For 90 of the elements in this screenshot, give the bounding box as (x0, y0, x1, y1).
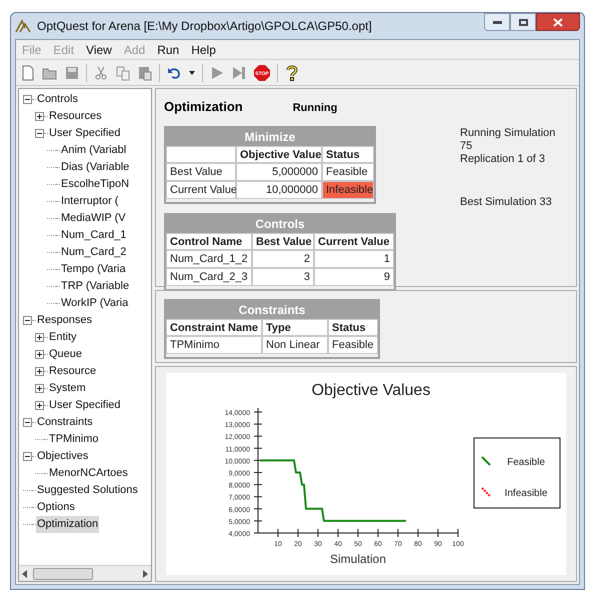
table-title: Controls (166, 214, 394, 232)
collapse-icon[interactable] (35, 129, 44, 138)
window-title: OptQuest for Arena [E:\My Dropbox\Artigo\GPOLCA\GP50.opt] (37, 18, 373, 35)
close-button[interactable] (536, 13, 580, 31)
tree-item[interactable]: Num_Card_2 (60, 244, 128, 261)
status-text: Replication 1 of 3 (460, 153, 546, 166)
tree-item[interactable]: Num_Card_1 (60, 227, 128, 244)
menu-item[interactable]: Help (191, 40, 216, 58)
tree-item[interactable]: Suggested Solutions (36, 482, 139, 499)
column-header: Constraint Name (166, 319, 262, 336)
app-logo-icon (15, 19, 31, 33)
legend-label: Infeasible (504, 488, 548, 499)
column-header: Status (322, 146, 374, 162)
tree-item[interactable]: Constraints (36, 414, 94, 431)
table-cell: 10,000000 (236, 180, 322, 198)
tree-item[interactable]: Queue (48, 346, 84, 363)
close-icon (553, 18, 563, 26)
expand-icon[interactable] (35, 384, 44, 393)
table-cell: 9 (314, 268, 394, 286)
tree-item[interactable]: WorkIP (Varia (60, 295, 130, 312)
table-cell: TPMinimo (166, 336, 262, 354)
tree-item[interactable]: Dias (Variable (60, 159, 130, 176)
scissors-icon[interactable] (93, 64, 109, 80)
help-icon[interactable] (284, 64, 300, 80)
minimize-button[interactable] (484, 13, 510, 31)
expand-icon[interactable] (35, 112, 44, 121)
tree-item[interactable]: Responses (36, 312, 94, 329)
table-cell: Feasible (328, 336, 378, 354)
column-header: Type (262, 319, 328, 336)
menu-item[interactable]: View (86, 40, 112, 58)
expand-icon[interactable] (35, 401, 44, 410)
table-cell: Num_Card_1_2 (166, 250, 252, 268)
section-title: Optimization (164, 98, 243, 116)
tree-item[interactable]: Options (36, 499, 76, 516)
table-cell: Infeasible (322, 180, 374, 198)
legend-label: Feasible (507, 457, 545, 468)
table-cell: Non Linear (262, 336, 328, 354)
table-cell: 2 (252, 250, 314, 268)
right-arrow-icon[interactable] (143, 570, 148, 578)
best-simulation: Best Simulation 33 (460, 196, 553, 209)
table-cell: 5,000000 (236, 162, 322, 180)
expand-icon[interactable] (35, 333, 44, 342)
tree-item[interactable]: Interruptor ( (60, 193, 120, 210)
tree-item[interactable]: Resource (48, 363, 98, 380)
left-arrow-icon[interactable] (22, 570, 27, 578)
new-file-icon[interactable] (20, 64, 36, 80)
menu-item[interactable]: Run (157, 40, 180, 58)
paste-icon[interactable] (137, 64, 153, 80)
collapse-icon[interactable] (23, 418, 32, 427)
tree-item[interactable]: TRP (Variable (60, 278, 130, 295)
horizontal-scrollbar[interactable] (19, 565, 151, 581)
tree-item[interactable]: Entity (48, 329, 78, 346)
column-header (166, 146, 236, 162)
tree-item[interactable]: System (48, 380, 87, 397)
status-text: 75 (460, 140, 474, 153)
table-cell: 3 (252, 268, 314, 286)
tree-item[interactable]: TPMinimo (48, 431, 100, 448)
table-cell: Feasible (322, 162, 374, 180)
tree-item[interactable]: User Specified (48, 397, 122, 414)
expand-icon[interactable] (35, 350, 44, 359)
tree-item[interactable]: MenorNCArtoes (48, 465, 129, 482)
tree-item[interactable]: EscolheTipoN (60, 176, 130, 193)
tree-item[interactable]: Anim (Variabl (60, 142, 128, 159)
tree-item[interactable]: Objectives (36, 448, 90, 465)
table-cell: Best Value (166, 162, 236, 180)
expand-icon[interactable] (35, 367, 44, 376)
table-cell: Num_Card_2_3 (166, 268, 252, 286)
table-cell: Current Value (166, 180, 236, 198)
tree-item[interactable]: MediaWIP (V (60, 210, 127, 227)
table-title: Minimize (166, 128, 374, 146)
tree-item[interactable]: User Specified (48, 125, 122, 142)
collapse-icon[interactable] (23, 452, 32, 461)
tree-item[interactable]: Optimization (36, 516, 100, 533)
collapse-icon[interactable] (23, 95, 32, 104)
table-cell: 1 (314, 250, 394, 268)
x-axis-label: Simulation (330, 552, 386, 566)
column-header: Objective Value (236, 146, 322, 162)
column-header: Control Name (166, 232, 252, 250)
tree-item[interactable]: Controls (36, 91, 79, 108)
chart-title: Objective Values (312, 382, 430, 399)
tree-item[interactable]: Tempo (Varia (60, 261, 127, 278)
column-header: Best Value (252, 232, 314, 250)
maximize-button[interactable] (510, 13, 536, 31)
status-text: Running Simulation (460, 127, 556, 140)
column-header: Status (328, 319, 378, 336)
collapse-icon[interactable] (23, 316, 32, 325)
run-state: Running (292, 101, 338, 116)
column-header: Current Value (314, 232, 394, 250)
table-title: Constraints (166, 301, 378, 319)
tree-item[interactable]: Resources (48, 108, 103, 125)
